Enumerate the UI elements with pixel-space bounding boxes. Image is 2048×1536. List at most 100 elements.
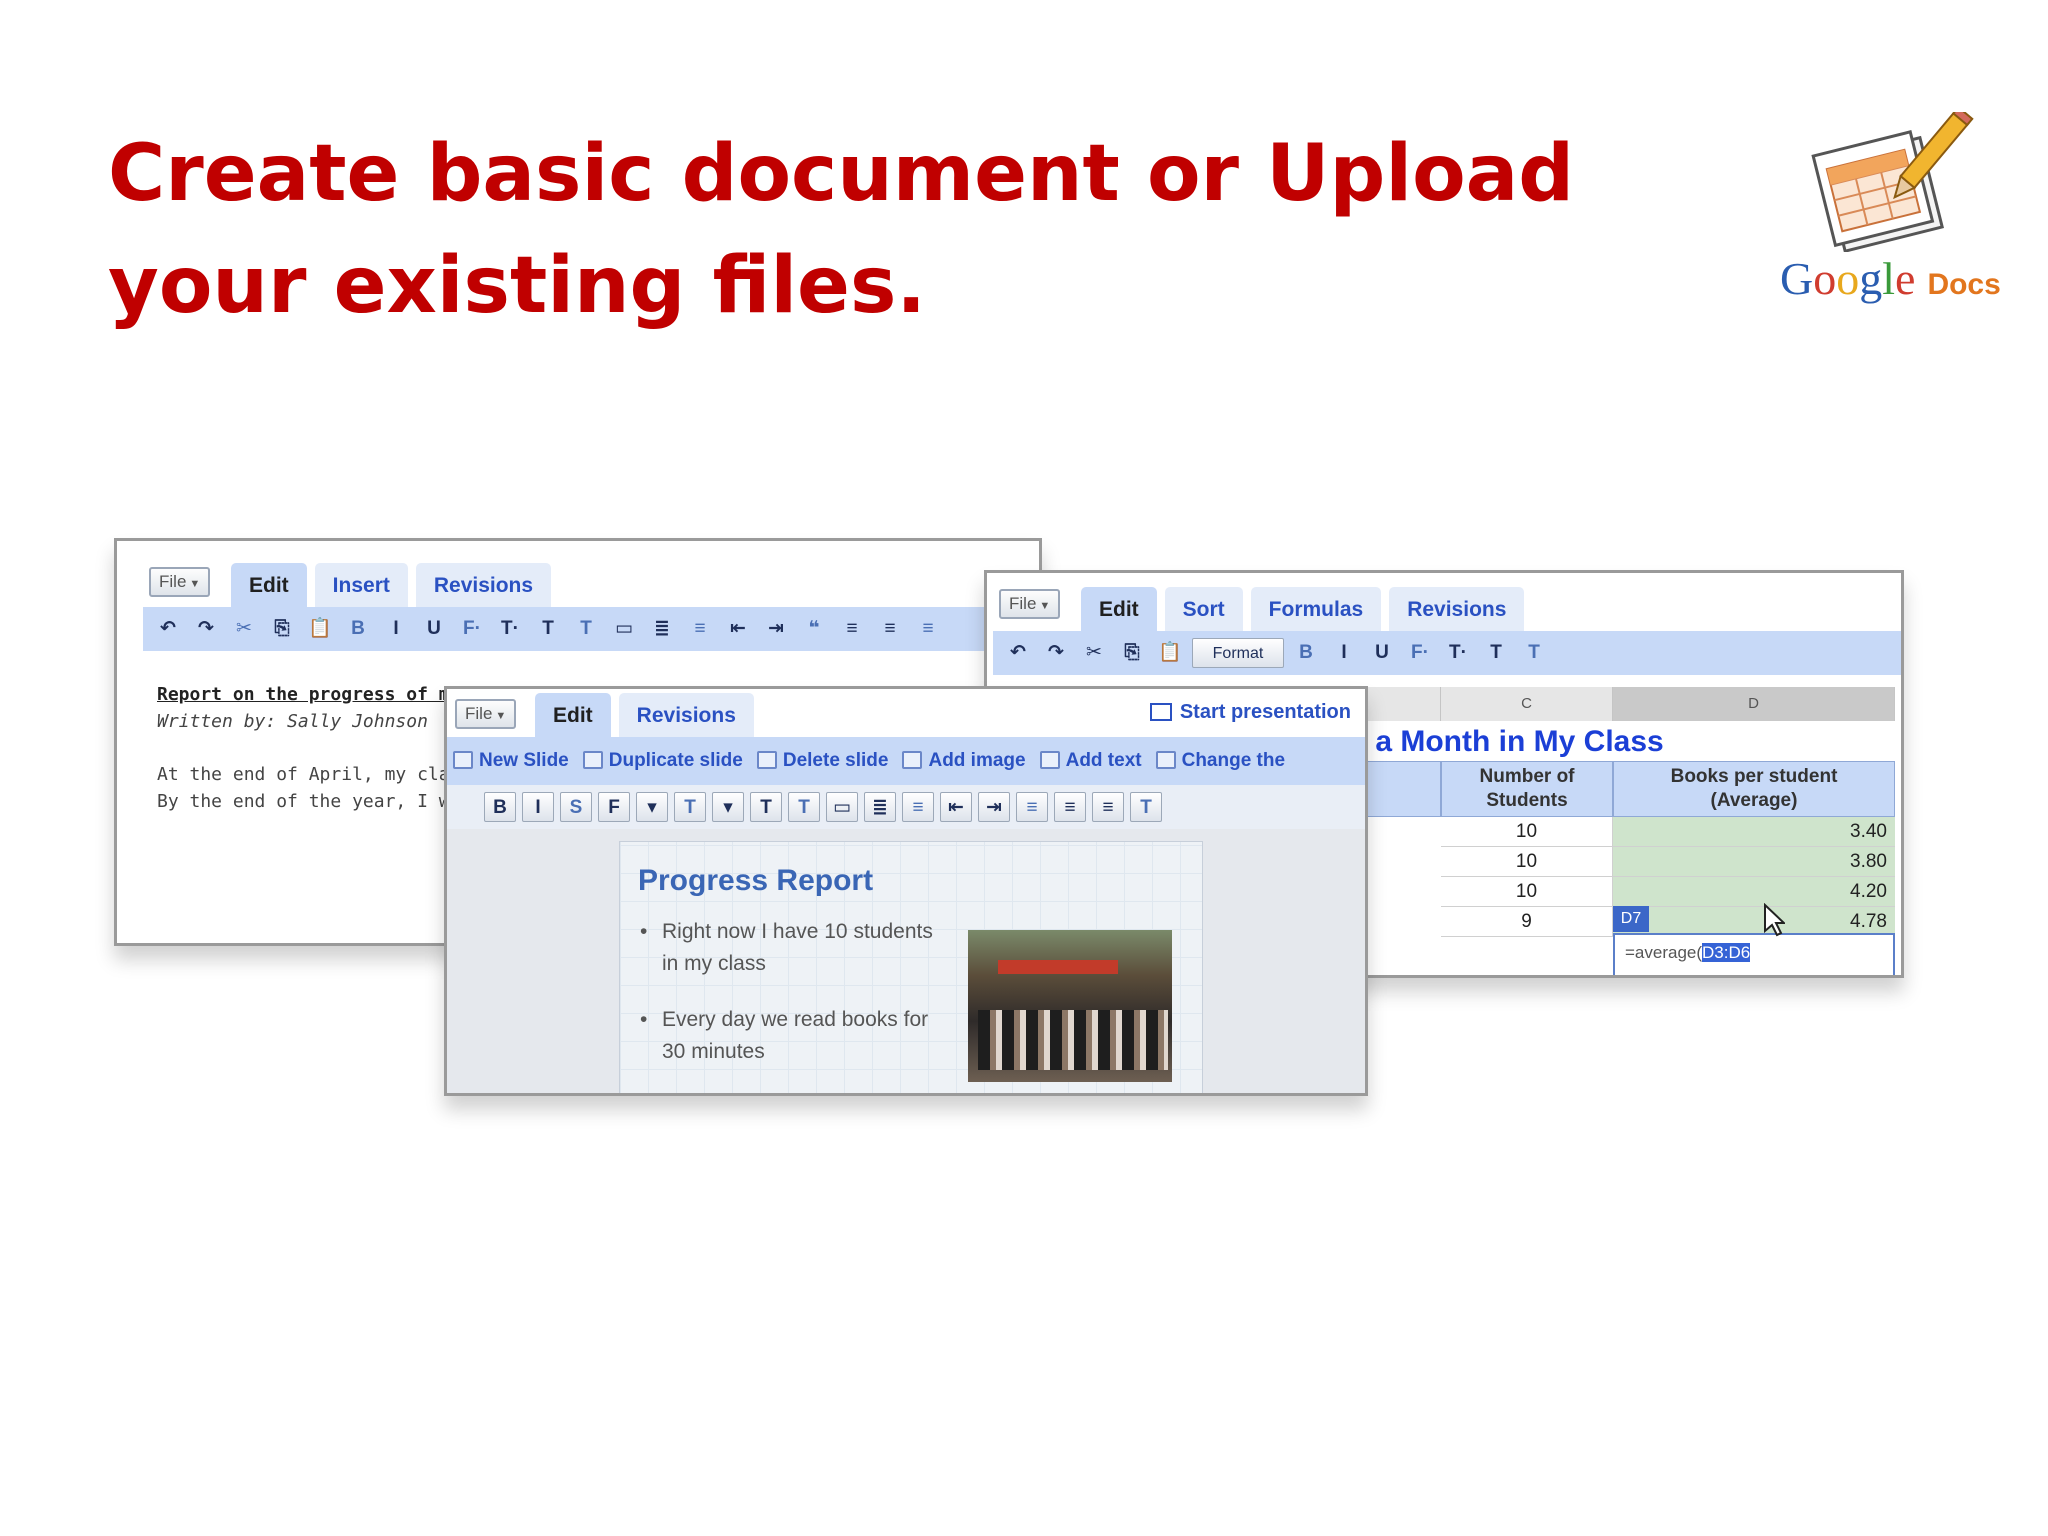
toolbar-button[interactable]: ▭ — [826, 792, 858, 822]
action-label: Duplicate slide — [608, 750, 743, 771]
doc-toolbar: ↶ ↷ ✂ ⎘ 📋 B I U F· T· T T ▭ ≣ ≡ ⇤ ⇥ ❝ ≡ ≡ ≡ — [143, 607, 1039, 651]
toolbar-button[interactable]: ✂ — [228, 614, 260, 644]
file-menu-label: File — [1009, 594, 1037, 613]
toolbar-button[interactable]: ▭ — [608, 614, 640, 644]
toolbar-button[interactable]: ▾ — [636, 792, 668, 822]
tab-formulas[interactable]: Formulas — [1250, 587, 1382, 631]
toolbar-button[interactable]: ❝ — [798, 614, 830, 644]
toolbar-button[interactable]: T — [532, 614, 564, 644]
toolbar-button[interactable]: ≡ — [902, 792, 934, 822]
docs-spreadsheet-pencil-icon — [1811, 112, 1974, 252]
toolbar-button[interactable]: U — [418, 614, 450, 644]
toolbar-button[interactable]: ⇥ — [760, 614, 792, 644]
start-presentation-label: Start presentation — [1179, 701, 1351, 723]
toolbar-button[interactable]: T — [674, 792, 706, 822]
column-header-d[interactable]: D — [1613, 687, 1895, 721]
tab-edit[interactable]: Edit — [535, 693, 611, 737]
google-docs-logo: Google Docs — [1770, 112, 2010, 312]
toolbar-button[interactable]: T — [1518, 638, 1550, 668]
toolbar-button[interactable]: I — [380, 614, 412, 644]
toolbar-button[interactable]: ⇥ — [978, 792, 1010, 822]
cell-students[interactable]: 9 — [1441, 907, 1613, 937]
header-cell-average[interactable]: Books per student (Average) — [1613, 761, 1895, 817]
cell-students[interactable]: 10 — [1441, 817, 1613, 847]
cell-average[interactable]: 3.80 — [1613, 847, 1895, 877]
delete-slide-button[interactable]: Delete slide — [756, 737, 888, 785]
toolbar-button[interactable]: T — [570, 614, 602, 644]
classroom-photo[interactable] — [968, 930, 1172, 1082]
new-slide-button[interactable]: New Slide — [453, 737, 569, 785]
toolbar-button[interactable]: ↶ — [152, 614, 184, 644]
slide-bullet: Every day we read books for 30 minutes — [640, 1004, 940, 1068]
tab-edit[interactable]: Edit — [231, 563, 307, 607]
toolbar-button[interactable]: F· — [456, 614, 488, 644]
tab-sort[interactable]: Sort — [1164, 587, 1243, 631]
toolbar-button[interactable]: ≣ — [646, 614, 678, 644]
logo-letter: G — [1780, 253, 1814, 304]
toolbar-button[interactable]: ⇤ — [722, 614, 754, 644]
photo-detail — [998, 960, 1118, 974]
toolbar-button[interactable]: ≣ — [864, 792, 896, 822]
toolbar-button[interactable]: ↷ — [1040, 638, 1072, 668]
slide-preview[interactable]: Progress Report Right now I have 10 stud… — [619, 841, 1203, 1093]
toolbar-button[interactable]: T — [750, 792, 782, 822]
tab-edit[interactable]: Edit — [1081, 587, 1157, 631]
change-theme-button[interactable]: Change the — [1155, 737, 1285, 785]
presentation-editor-window: File ▼ Edit Revisions Start presentation N… — [444, 686, 1368, 1096]
toolbar-button[interactable]: T — [788, 792, 820, 822]
column-header-c[interactable]: C — [1441, 687, 1613, 721]
add-text-button[interactable]: Add text — [1039, 737, 1142, 785]
toolbar-button[interactable]: ≡ — [1092, 792, 1124, 822]
toolbar-button[interactable]: ≡ — [1016, 792, 1048, 822]
toolbar-button[interactable]: T — [1480, 638, 1512, 668]
header-cell-students[interactable]: Number of Students — [1441, 761, 1613, 817]
duplicate-slide-button[interactable]: Duplicate slide — [582, 737, 743, 785]
duplicate-slide-icon — [582, 751, 603, 769]
toolbar-button[interactable]: ⎘ — [1116, 638, 1148, 668]
toolbar-button[interactable]: T — [1130, 792, 1162, 822]
toolbar-button[interactable]: B — [342, 614, 374, 644]
toolbar-button[interactable]: ≡ — [874, 614, 906, 644]
cell-average[interactable]: 3.40 — [1613, 817, 1895, 847]
toolbar-button[interactable]: 📋 — [304, 614, 336, 644]
toolbar-button[interactable]: ↶ — [1002, 638, 1034, 668]
tab-revisions[interactable]: Revisions — [1389, 587, 1525, 631]
file-menu-button[interactable]: File ▼ — [455, 699, 517, 729]
file-menu-button[interactable]: File ▼ — [149, 567, 211, 597]
add-image-button[interactable]: Add image — [902, 737, 1026, 785]
toolbar-button[interactable]: 📋 — [1154, 638, 1186, 668]
toolbar-button[interactable]: ↷ — [190, 614, 222, 644]
active-cell-reference: D7 — [1613, 906, 1649, 932]
file-menu-button[interactable]: File ▼ — [999, 589, 1061, 619]
toolbar-button[interactable]: T· — [494, 614, 526, 644]
toolbar-button[interactable]: S — [560, 792, 592, 822]
toolbar-button[interactable]: F — [598, 792, 630, 822]
toolbar-button[interactable]: U — [1366, 638, 1398, 668]
toolbar-button[interactable]: ≡ — [684, 614, 716, 644]
toolbar-button[interactable]: T· — [1442, 638, 1474, 668]
toolbar-button[interactable]: ✂ — [1078, 638, 1110, 668]
toolbar-button[interactable]: ⇤ — [940, 792, 972, 822]
format-dropdown[interactable]: Format — [1192, 638, 1284, 668]
cell-students[interactable]: 10 — [1441, 847, 1613, 877]
tab-revisions[interactable]: Revisions — [415, 563, 552, 607]
cell-average[interactable]: 4.20 — [1613, 877, 1895, 907]
formula-range: D3:D6 — [1702, 943, 1751, 962]
toolbar-button[interactable]: I — [522, 792, 554, 822]
toolbar-button[interactable]: B — [1290, 638, 1322, 668]
start-presentation-link[interactable]: Start presentation — [1149, 701, 1351, 724]
logo-docs-text: Docs — [1927, 268, 2001, 301]
toolbar-button[interactable]: I — [1328, 638, 1360, 668]
toolbar-button[interactable]: ≡ — [1054, 792, 1086, 822]
toolbar-button[interactable]: B — [484, 792, 516, 822]
tab-insert[interactable]: Insert — [314, 563, 408, 607]
toolbar-button[interactable]: F· — [1404, 638, 1436, 668]
chevron-down-icon: ▼ — [1039, 600, 1051, 612]
toolbar-button[interactable]: ▾ — [712, 792, 744, 822]
toolbar-button[interactable]: ≡ — [912, 614, 944, 644]
toolbar-button[interactable]: ≡ — [836, 614, 868, 644]
formula-input[interactable]: =average(D3:D6 — [1613, 933, 1895, 975]
tab-revisions[interactable]: Revisions — [618, 693, 754, 737]
cell-students[interactable]: 10 — [1441, 877, 1613, 907]
toolbar-button[interactable]: ⎘ — [266, 614, 298, 644]
